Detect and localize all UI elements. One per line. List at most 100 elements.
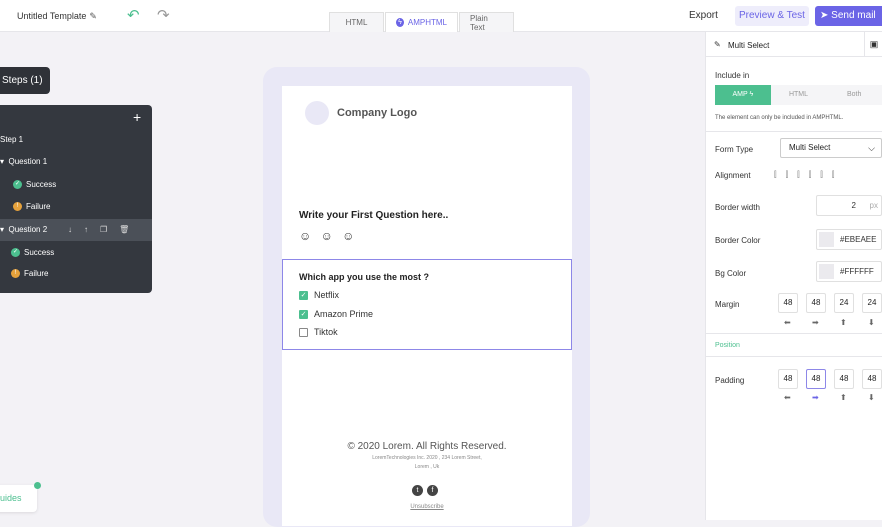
pencil-icon: ✎	[714, 40, 721, 49]
failure-icon: !	[13, 202, 22, 212]
padding-label: Padding	[715, 376, 745, 385]
include-in-label: Include in	[715, 71, 750, 80]
address-line-1: LoremTechnologies Inc. 2020 , 234 Lorem …	[372, 455, 482, 461]
redo-icon[interactable]: ↷	[157, 6, 170, 24]
export-button[interactable]: Export	[689, 10, 718, 21]
unsubscribe-link[interactable]: Unsubscribe	[282, 504, 572, 510]
alignment-label: Alignment	[715, 171, 751, 180]
align-right-icon[interactable]: ⫿	[797, 170, 809, 179]
checkbox-checked[interactable]: ✓	[299, 310, 308, 320]
option-tiktok[interactable]: Tiktok	[299, 327, 338, 338]
padding-right-input[interactable]: 48	[806, 369, 826, 389]
border-color-swatch[interactable]	[819, 232, 834, 248]
guides-button[interactable]: uides	[0, 485, 37, 512]
bg-color-input[interactable]: #FFFFFF	[816, 261, 882, 282]
chevron-down-icon: ⌵	[868, 143, 875, 153]
checkbox-checked[interactable]: ✓	[299, 291, 308, 301]
question-heading[interactable]: Write your First Question here..	[299, 210, 448, 221]
steps-button[interactable]: Steps (1)	[0, 67, 50, 94]
border-color-label: Border Color	[715, 236, 761, 245]
add-step-icon[interactable]: +	[133, 109, 141, 125]
company-logo-text[interactable]: Company Logo	[337, 107, 417, 119]
send-mail-button[interactable]: ➤ Send mail	[815, 6, 882, 26]
move-up-icon[interactable]: ↑	[84, 225, 100, 234]
include-in-toggle: AMP ϟ HTML Both	[715, 85, 882, 105]
arrow-down-icon: ⬇	[868, 318, 875, 327]
divider	[706, 356, 882, 357]
template-title[interactable]: Untitled Template ✎	[17, 11, 97, 22]
margin-top-input[interactable]: 24	[834, 293, 854, 313]
align-left-icon[interactable]: ⫿	[774, 170, 786, 179]
image-icon[interactable]: ▣	[864, 32, 882, 57]
margin-right-input[interactable]: 48	[806, 293, 826, 313]
success2-row[interactable]: ✓ Success	[0, 242, 152, 264]
edit-pencil-icon[interactable]: ✎	[89, 11, 97, 21]
checkbox-unchecked[interactable]	[299, 328, 308, 338]
option-amazon-prime[interactable]: ✓ Amazon Prime	[299, 309, 373, 320]
notification-dot	[34, 482, 41, 489]
border-width-input[interactable]: 2 px	[816, 195, 882, 216]
properties-panel: ✎ Multi Select ▣ Include in AMP ϟ HTML B…	[705, 32, 882, 520]
align-center-icon[interactable]: ⫿	[786, 170, 798, 179]
tab-html[interactable]: HTML	[329, 12, 384, 32]
padding-bottom-input[interactable]: 48	[862, 369, 882, 389]
question1-row[interactable]: ▾ Question 1	[0, 151, 152, 173]
question-actions: ↓↑❐🗑	[68, 219, 141, 241]
top-bar: Untitled Template ✎ ↶ ↷ HTML ϟ AMPHTML Pla…	[0, 0, 882, 32]
failure2-row[interactable]: ! Failure	[0, 263, 152, 285]
success-check-icon: ✓	[13, 180, 22, 190]
step-row[interactable]: Step 1	[0, 129, 152, 151]
margin-label: Margin	[715, 300, 740, 309]
align-bottom-icon[interactable]: ⫿	[832, 170, 844, 179]
border-color-input[interactable]: #EBEAEE	[816, 229, 882, 250]
failure1-row[interactable]: ! Failure	[0, 196, 152, 218]
amp-note: The element can only be included in AMPH…	[715, 115, 844, 121]
form-type-select[interactable]: Multi Select ⌵	[780, 138, 882, 158]
border-width-label: Border width	[715, 203, 760, 212]
panel-header: ✎ Multi Select ▣	[706, 32, 882, 57]
include-html-option[interactable]: HTML	[771, 85, 827, 105]
margin-left-input[interactable]: 48	[778, 293, 798, 313]
preview-test-button[interactable]: Preview & Test	[735, 6, 809, 26]
tab-amphtml[interactable]: ϟ AMPHTML	[385, 12, 458, 32]
arrow-left-icon: ⬅	[784, 393, 791, 402]
format-tabs: HTML ϟ AMPHTML Plain Text	[329, 12, 515, 32]
duplicate-icon[interactable]: ❐	[100, 225, 119, 234]
arrow-up-icon: ⬆	[840, 393, 847, 402]
failure-icon: !	[11, 269, 20, 279]
logo-placeholder[interactable]	[305, 101, 329, 125]
include-both-option[interactable]: Both	[826, 85, 882, 105]
align-middle-icon[interactable]: ⫿	[820, 170, 832, 179]
form-type-label: Form Type	[715, 145, 754, 154]
arrow-left-icon: ⬅	[784, 318, 791, 327]
copyright-text: © 2020 Lorem. All Rights Reserved.	[347, 441, 507, 452]
twitter-icon[interactable]: t	[412, 485, 423, 496]
divider	[706, 333, 882, 334]
bg-color-label: Bg Color	[715, 269, 747, 278]
delete-icon[interactable]: 🗑	[119, 225, 141, 234]
padding-top-input[interactable]: 48	[834, 369, 854, 389]
margin-bottom-input[interactable]: 24	[862, 293, 882, 313]
undo-icon[interactable]: ↶	[127, 6, 140, 24]
align-top-icon[interactable]: ⫿	[809, 170, 821, 179]
success1-row[interactable]: ✓ Success	[0, 174, 152, 196]
tab-plain-text[interactable]: Plain Text	[459, 12, 514, 32]
smiley-rating[interactable]: ☺ ☺ ☺	[299, 229, 357, 243]
alignment-options: ⫿⫿⫿⫿⫿⫿	[774, 170, 843, 180]
padding-left-input[interactable]: 48	[778, 369, 798, 389]
facebook-icon[interactable]: f	[427, 485, 438, 496]
move-down-icon[interactable]: ↓	[68, 225, 84, 234]
question2-row[interactable]: ▾ Question 2 ↓↑❐🗑	[0, 219, 152, 241]
social-links: tf	[412, 483, 442, 496]
multi-select-question: Which app you use the most ?	[299, 272, 430, 282]
bg-color-swatch[interactable]	[819, 264, 834, 280]
include-amp-option[interactable]: AMP ϟ	[715, 85, 771, 105]
arrow-up-icon: ⬆	[840, 318, 847, 327]
option-netflix[interactable]: ✓ Netflix	[299, 290, 339, 301]
send-icon: ➤	[820, 10, 832, 21]
position-link[interactable]: Position	[715, 342, 740, 349]
arrow-right-icon: ➡	[812, 393, 819, 402]
arrow-down-icon: ⬇	[868, 393, 875, 402]
amp-bolt-icon: ϟ	[396, 18, 404, 27]
caret-down-icon: ▾	[0, 157, 7, 166]
